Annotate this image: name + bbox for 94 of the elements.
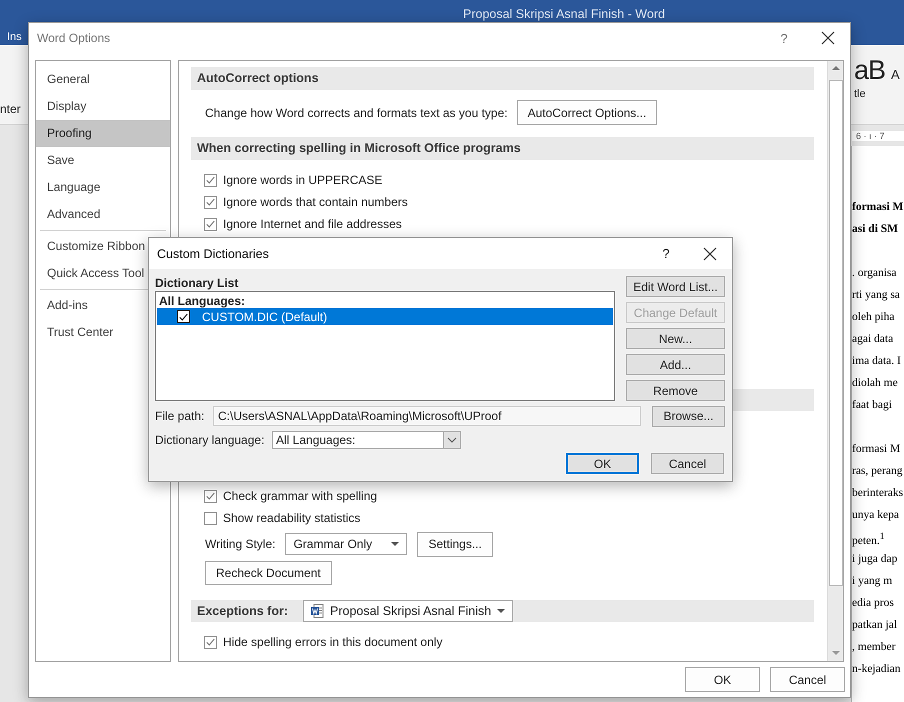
nav-item[interactable]: Display [36, 93, 170, 120]
style-name: tle [854, 88, 867, 100]
document-text: ima data. I [852, 354, 902, 369]
check-icon [205, 175, 216, 185]
checkbox-label: Check grammar with spelling [223, 489, 378, 503]
checkbox[interactable] [177, 310, 190, 323]
document-text: formasi M [852, 442, 902, 457]
scroll-down-icon [832, 651, 840, 655]
check-icon [205, 197, 216, 207]
style-preview[interactable]: aB [854, 54, 886, 86]
scroll-thumb[interactable] [828, 80, 842, 586]
help-button[interactable]: ? [644, 246, 688, 261]
checkbox[interactable] [204, 490, 217, 502]
scroll-up-icon [832, 66, 840, 70]
document-text: rti yang sa [852, 288, 901, 303]
checkbox-label: Hide spelling errors in this document only [223, 635, 442, 649]
document-text: faat bagi [852, 398, 893, 413]
checkbox-label: Ignore Internet and file addresses [223, 217, 402, 231]
caret-icon [391, 542, 400, 546]
dropdown[interactable]: Grammar Only [285, 533, 408, 555]
checkbox[interactable] [204, 218, 217, 230]
check-icon [205, 637, 216, 647]
check-icon [205, 491, 216, 501]
checkbox[interactable] [204, 196, 217, 208]
chevron-down-icon [447, 437, 457, 443]
dialog-button[interactable]: OK [566, 453, 639, 474]
dialog-button[interactable]: Add... [626, 354, 725, 375]
language-dropdown[interactable]: All Languages: [272, 431, 461, 449]
ribbon-tab[interactable]: Ins [0, 30, 22, 45]
checkbox-label: Ignore words in UPPERCASE [223, 173, 382, 187]
checkbox-label: Ignore words that contain numbers [223, 195, 408, 209]
caret-icon [497, 609, 506, 613]
document-text: . organisa [852, 266, 898, 281]
list-item[interactable]: CUSTOM.DIC (Default) [157, 308, 613, 325]
dialog-title: Custom Dictionaries [157, 246, 269, 260]
recheck-button[interactable]: Recheck Document [205, 561, 332, 585]
field-label: File path: [155, 409, 206, 423]
close-icon [821, 31, 835, 45]
document-text: , member [852, 640, 896, 655]
dialog-button[interactable]: OK [685, 667, 760, 692]
window-title: Proposal Skripsi Asnal Finish - Word [463, 7, 665, 21]
document-text: oleh piha [852, 310, 896, 325]
nav-item[interactable]: Save [36, 147, 170, 174]
document-text: i yang m [852, 574, 894, 589]
document-text: i juga dap [852, 552, 898, 567]
document-text: diolah me [852, 376, 899, 391]
checkbox[interactable] [204, 636, 217, 648]
field-label: Dictionary language: [155, 433, 266, 447]
document-text: n-kejadian [852, 662, 902, 677]
list-label: Dictionary List [155, 276, 240, 291]
document-text: edia pros [852, 596, 895, 611]
check-icon [205, 219, 216, 229]
document-text: formasi M [852, 200, 904, 215]
field-label: Writing Style: [205, 537, 276, 551]
nav-item[interactable]: Language [36, 174, 170, 201]
autocorrect-button[interactable]: AutoCorrect Options... [516, 100, 658, 125]
dialog-button[interactable]: Edit Word List... [626, 276, 725, 297]
section-header: When correcting spelling in Microsoft Office programs [191, 137, 814, 160]
help-button[interactable]: ? [762, 30, 806, 46]
dropdown[interactable]: Proposal Skripsi Asnal Finish [303, 600, 514, 622]
close-icon [703, 246, 717, 260]
dialog-button[interactable]: Cancel [651, 453, 724, 474]
document-text: patkan jal [852, 618, 898, 633]
document-icon [311, 604, 324, 618]
section-header: Exceptions for: [197, 602, 288, 620]
style-preview[interactable]: A [891, 66, 900, 82]
nav-item[interactable]: General [36, 66, 170, 93]
document-text: agai data [852, 332, 894, 347]
browse-button[interactable]: Browse... [652, 406, 725, 426]
scrollbar[interactable] [827, 61, 843, 661]
document-text: berinteraks [852, 486, 904, 501]
list-item-text: CUSTOM.DIC (Default) [202, 310, 328, 324]
document-text: unya kepa [852, 508, 900, 523]
dialog-button[interactable]: Cancel [770, 667, 845, 692]
checkbox[interactable] [204, 512, 217, 524]
dialog-title: Word Options [37, 31, 110, 45]
nav-item[interactable]: Proofing [36, 120, 170, 147]
description-text: Change how Word corrects and formats text as you type: [205, 106, 508, 120]
nav-item[interactable]: Advanced [36, 201, 170, 228]
ruler: 6 · ı · 7 [852, 130, 904, 141]
checkbox-label: Show readability statistics [223, 511, 360, 525]
dialog-button[interactable]: New... [626, 328, 725, 349]
file-path-field[interactable]: C:\Users\ASNAL\AppData\Roaming\Microsoft\UProof [213, 406, 641, 426]
dialog-button[interactable]: Remove [626, 380, 725, 401]
list-group-label: All Languages: [158, 294, 246, 308]
document-text: asi di SM [852, 222, 900, 237]
settings-button[interactable]: Settings... [417, 532, 493, 556]
document-text: ras, perang [852, 464, 904, 479]
dictionary-list[interactable]: All Languages: CUSTOM.DIC (Default) [155, 291, 615, 401]
document-text: peten.$^{1}$ [852, 530, 886, 548]
ribbon-label: nter [0, 102, 21, 118]
check-icon [178, 312, 189, 322]
checkbox[interactable] [204, 174, 217, 186]
section-header: AutoCorrect options [191, 67, 814, 90]
